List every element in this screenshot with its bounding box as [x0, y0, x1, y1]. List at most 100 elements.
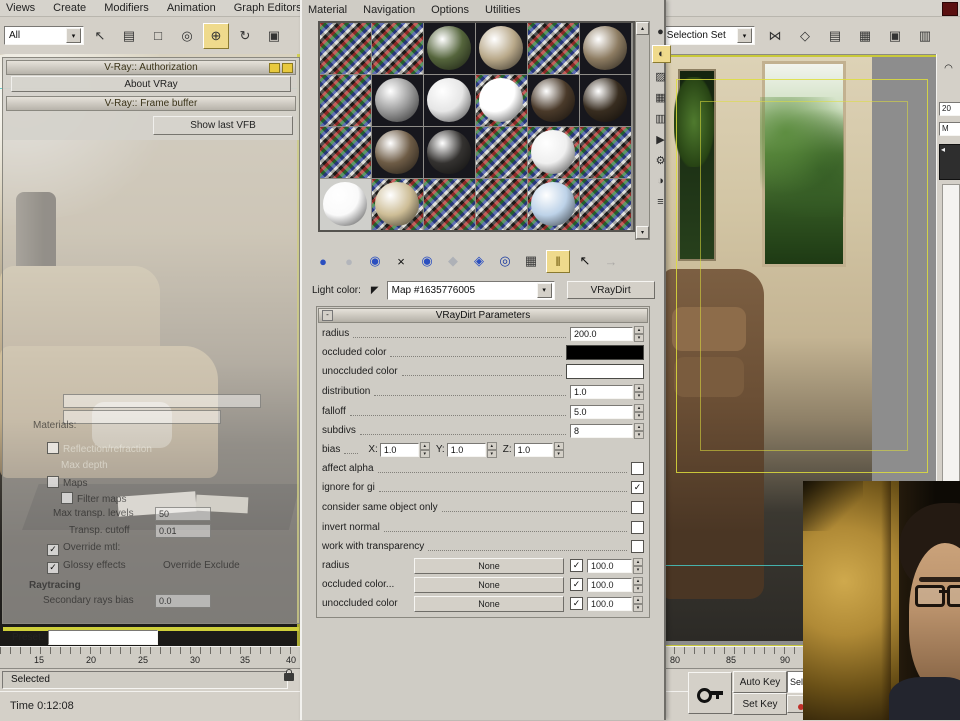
go-forward-icon[interactable]: → [600, 251, 622, 272]
material-slot[interactable] [528, 23, 579, 74]
show-last-vfb-button[interactable]: Show last VFB [153, 116, 293, 135]
reset-map-icon[interactable]: × [390, 251, 412, 272]
scroll-down-icon[interactable]: ▾ [636, 226, 649, 239]
layer-manager-icon[interactable]: ▤ [822, 23, 848, 49]
material-slot[interactable] [476, 75, 527, 126]
material-slot[interactable] [424, 179, 475, 230]
material-slot[interactable] [372, 23, 423, 74]
select-and-move-icon[interactable]: ⊕ [203, 23, 229, 49]
material-slot[interactable] [528, 179, 579, 230]
pan-tool-icon[interactable]: ◠ [940, 60, 957, 77]
resolution-field[interactable] [63, 394, 261, 408]
material-id-icon[interactable]: ◎ [494, 251, 516, 272]
occluded-map-checkbox[interactable]: ✓ [570, 578, 583, 591]
set-keys-button[interactable] [688, 672, 732, 714]
material-slot[interactable] [372, 75, 423, 126]
radius-map-amount[interactable]: 100.0 [587, 559, 632, 573]
spinner[interactable]: ▴▾ [634, 384, 644, 399]
bias-y-input[interactable]: 1.0 [447, 443, 486, 457]
material-slot[interactable] [580, 75, 631, 126]
render-setup-icon[interactable]: ▥ [912, 23, 938, 49]
spinner[interactable]: ▴▾ [634, 404, 644, 419]
spinner[interactable]: ▴▾ [634, 326, 644, 341]
rollout-frame-buffer[interactable]: V-Ray:: Frame buffer [6, 96, 296, 111]
material-slot[interactable] [320, 179, 371, 230]
me-menu-item-navigation[interactable]: Navigation [363, 4, 415, 16]
max-transp-field[interactable]: 50 [155, 507, 211, 521]
sample-type-icon[interactable]: ● [652, 24, 669, 40]
collapse-icon[interactable]: - [322, 310, 333, 321]
occluded-color-swatch[interactable] [566, 345, 644, 360]
material-slot[interactable] [424, 23, 475, 74]
get-material-icon[interactable]: ● [312, 251, 334, 272]
put-to-scene-icon[interactable]: ● [338, 251, 360, 272]
affect-alpha-checkbox[interactable] [631, 462, 644, 475]
panel-field[interactable]: 20 [939, 102, 960, 116]
checkbox[interactable] [47, 442, 59, 454]
checkbox[interactable] [47, 476, 59, 488]
material-slot[interactable] [320, 127, 371, 178]
sample-uv-tiling-icon[interactable]: ▦ [652, 89, 669, 105]
spinner[interactable]: ▴▾ [633, 558, 643, 573]
material-slot[interactable] [580, 23, 631, 74]
unoccluded-map-amount[interactable]: 100.0 [587, 597, 632, 611]
material-slot[interactable] [476, 127, 527, 178]
select-and-scale-icon[interactable]: ▣ [261, 23, 287, 49]
make-preview-icon[interactable]: ▶ [652, 131, 669, 147]
material-slot[interactable] [580, 179, 631, 230]
map-name-dropdown[interactable]: Map #1635776005 ▾ [387, 281, 555, 300]
show-map-viewport-icon[interactable]: ▦ [520, 251, 542, 272]
falloff-input[interactable]: 5.0 [570, 405, 633, 419]
material-slot[interactable] [528, 75, 579, 126]
lock-icon[interactable] [284, 673, 294, 681]
unoccluded-map-button[interactable]: None [414, 596, 564, 612]
transp-cutoff-field[interactable]: 0.01 [155, 524, 211, 538]
bias-z-input[interactable]: 1.0 [514, 443, 553, 457]
show-end-result-icon[interactable]: ‖ [546, 250, 570, 273]
invert-normal-checkbox[interactable] [631, 521, 644, 534]
menu-item-views[interactable]: Views [6, 2, 35, 14]
backlight-icon[interactable]: ◐ [652, 45, 671, 63]
align-icon[interactable]: ◇ [792, 23, 818, 49]
selection-region-icon[interactable]: □ [145, 23, 171, 49]
scroll-up-icon[interactable]: ▴ [636, 22, 649, 35]
timeline-ruler-left[interactable]: 152025303540 [0, 646, 300, 668]
unoccluded-color-swatch[interactable] [566, 364, 644, 379]
timeline-ruler-right[interactable]: 808590 [664, 646, 814, 668]
material-slot[interactable] [372, 127, 423, 178]
video-color-check-icon[interactable]: ▥ [652, 110, 669, 126]
material-slot[interactable] [320, 23, 371, 74]
select-and-rotate-icon[interactable]: ↻ [232, 23, 258, 49]
curve-editor-icon[interactable]: ▦ [852, 23, 878, 49]
me-menu-item-utilities[interactable]: Utilities [485, 4, 520, 16]
material-slot[interactable] [424, 127, 475, 178]
make-unique-icon[interactable]: ◆ [442, 251, 464, 272]
rollout-authorization[interactable]: V-Ray:: Authorization [6, 60, 296, 75]
background-icon[interactable]: ▨ [652, 68, 669, 84]
ignore-gi-checkbox[interactable]: ✓ [631, 481, 644, 494]
me-menu-item-options[interactable]: Options [431, 4, 469, 16]
make-copy-icon[interactable]: ◉ [416, 251, 438, 272]
override-exclude-label[interactable]: Override Exclude [163, 560, 240, 571]
checkbox[interactable]: ✓ [47, 562, 59, 574]
checkbox[interactable]: ✓ [47, 544, 59, 556]
subdivs-input[interactable]: 8 [570, 424, 633, 438]
checkbox[interactable] [61, 492, 73, 504]
spinner[interactable]: ▴▾ [634, 423, 644, 438]
radius-map-button[interactable]: None [414, 558, 564, 574]
bias-x-input[interactable]: 1.0 [380, 443, 419, 457]
set-key-button[interactable]: Set Key [733, 693, 787, 715]
spinner[interactable]: ▴▾ [420, 442, 430, 457]
spinner[interactable]: ▴▾ [487, 442, 497, 457]
occluded-map-button[interactable]: None [414, 577, 564, 593]
schematic-view-icon[interactable]: ▣ [882, 23, 908, 49]
radius-map-checkbox[interactable]: ✓ [570, 559, 583, 572]
distribution-input[interactable]: 1.0 [570, 385, 633, 399]
menu-item-animation[interactable]: Animation [167, 2, 216, 14]
material-map-navigator-icon[interactable]: ≡ [652, 194, 669, 210]
spinner[interactable]: ▴▾ [633, 577, 643, 592]
material-slot[interactable] [580, 127, 631, 178]
menu-item-graph-editors[interactable]: Graph Editors [234, 2, 302, 14]
me-menu-item-material[interactable]: Material [308, 4, 347, 16]
occluded-map-amount[interactable]: 100.0 [587, 578, 632, 592]
